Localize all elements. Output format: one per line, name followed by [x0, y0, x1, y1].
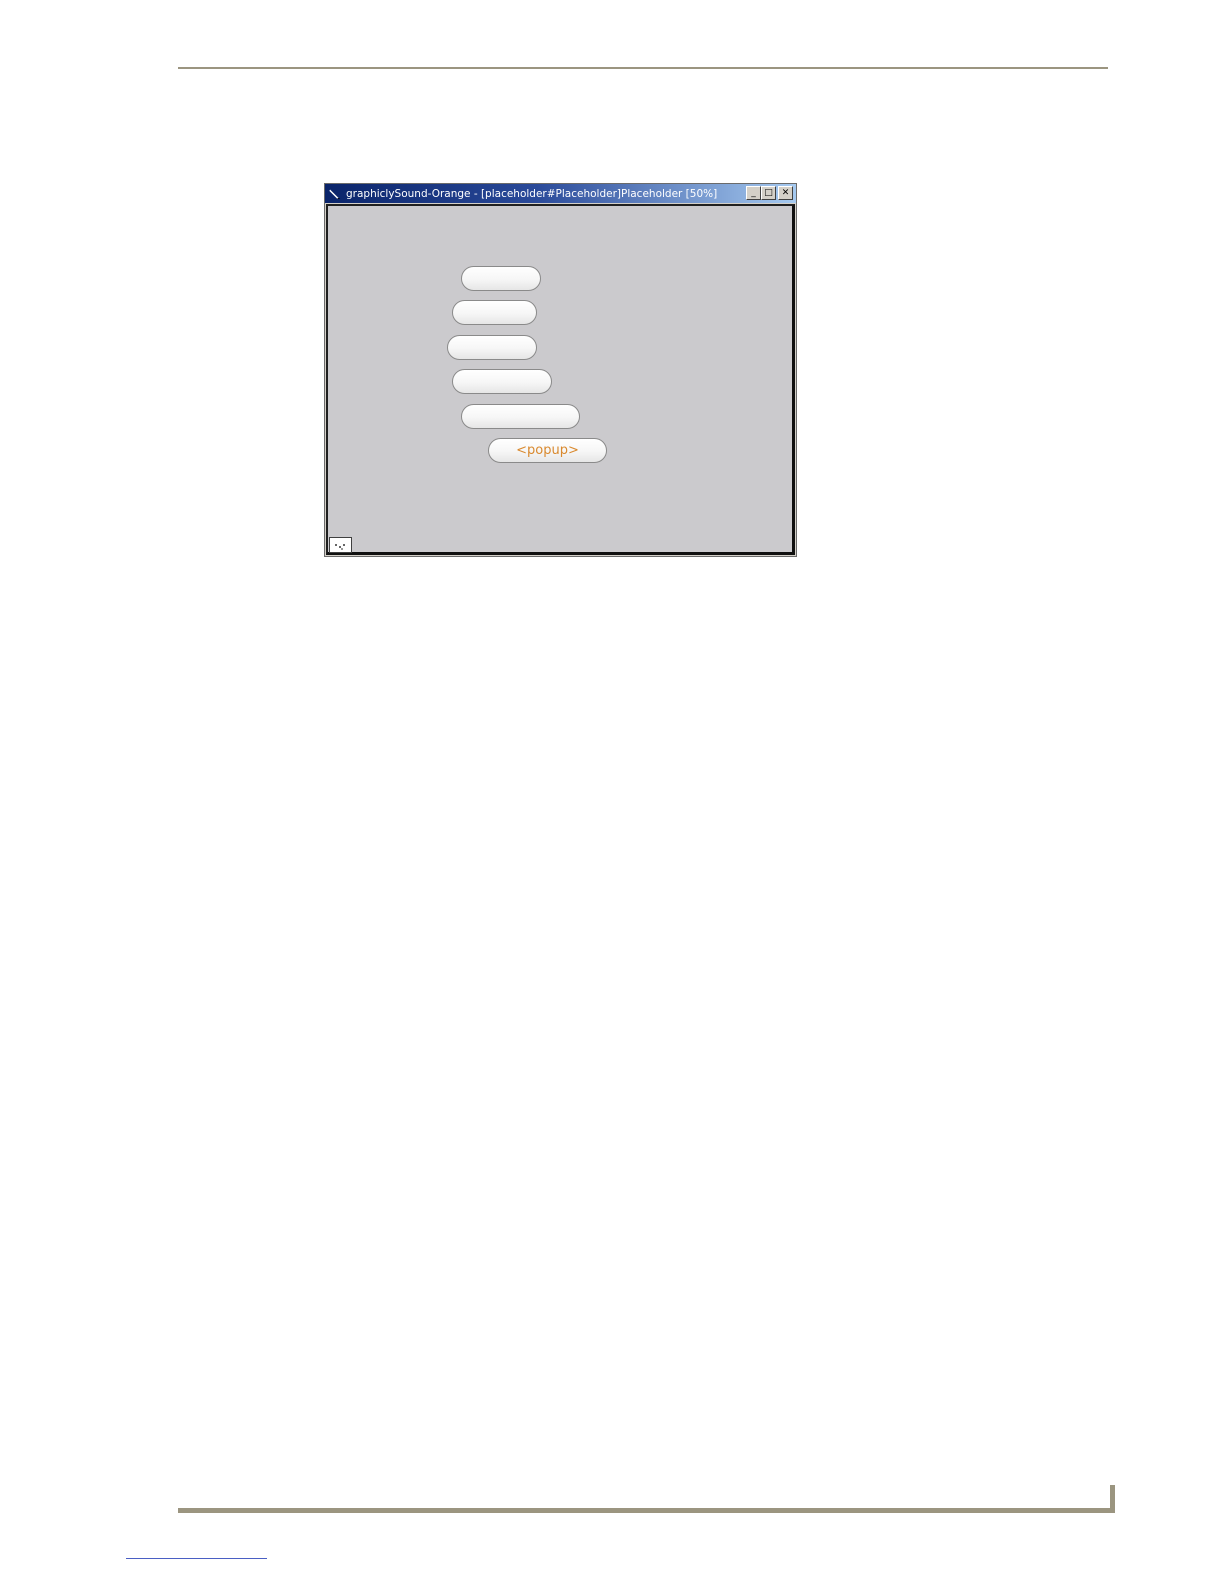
canvas-button-3[interactable] — [447, 335, 537, 360]
app-pen-icon[interactable] — [328, 187, 342, 201]
canvas-button-4[interactable] — [452, 369, 552, 394]
canvas-button-2[interactable] — [452, 300, 537, 325]
application-window: graphiclySound-Orange - [placeholder#Pla… — [324, 183, 797, 557]
window-titlebar[interactable]: graphiclySound-Orange - [placeholder#Pla… — [325, 184, 796, 203]
popup-button[interactable]: <popup> — [488, 438, 607, 463]
page-thumbnail[interactable] — [329, 537, 352, 553]
header-rule — [178, 67, 1108, 69]
page-thumbnail-icon — [334, 536, 348, 555]
footer-link-underline[interactable] — [126, 1558, 267, 1559]
footer-rule-tick — [1110, 1485, 1115, 1513]
close-button[interactable]: ✕ — [778, 186, 793, 200]
page-canvas[interactable]: <popup> — [326, 204, 795, 555]
footer-rule — [178, 1508, 1115, 1513]
window-title: graphiclySound-Orange - [placeholder#Pla… — [346, 187, 718, 200]
maximize-button[interactable]: □ — [761, 186, 776, 200]
minimize-icon: _ — [751, 187, 756, 198]
canvas-button-5[interactable] — [461, 404, 580, 429]
caption-buttons: _ □ ✕ — [746, 186, 793, 200]
canvas-button-1[interactable] — [461, 266, 541, 291]
minimize-button[interactable]: _ — [746, 186, 761, 200]
close-icon: ✕ — [781, 187, 790, 198]
maximize-icon: □ — [764, 187, 773, 198]
